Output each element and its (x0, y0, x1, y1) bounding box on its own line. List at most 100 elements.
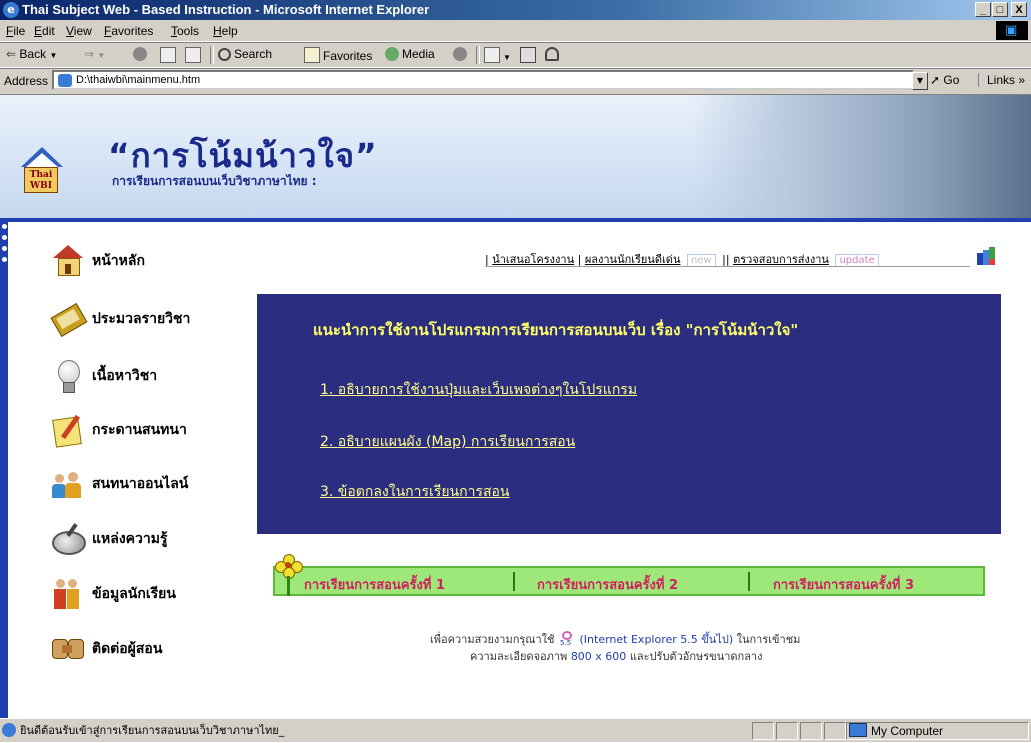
people-icon (50, 466, 86, 502)
address-label: Address (4, 74, 49, 88)
chevron-down-icon: ▼ (916, 76, 924, 85)
back-label: Back (19, 47, 47, 61)
close-button[interactable]: X (1011, 2, 1027, 17)
nav-webboard-label: กระดานสนทนา (92, 422, 187, 438)
messenger-button[interactable] (545, 47, 562, 61)
decor-dot (2, 224, 7, 229)
intro-link-buttons[interactable]: 1. อธิบายการใช้งานปุ่มและเว็บเพจต่างๆในโ… (320, 379, 637, 401)
link-separator: || (722, 253, 734, 266)
page-status-icon (2, 723, 16, 737)
handshake-icon (50, 631, 86, 667)
check-submission-link[interactable]: ตรวจสอบการส่งงาน (733, 253, 829, 266)
status-bar: ยินดีต้อนรับเข้าสู่การเรียนการสอนบนเว็บว… (0, 718, 1031, 743)
go-arrow-icon: ➚ (930, 73, 941, 87)
browser-recommendation: เพื่อความสวยงามกรุณาใช้ 5.5 (Internet Ex… (430, 630, 800, 648)
lesson-3-link[interactable]: การเรียนการสอนครั้งที่ 3 (773, 574, 914, 595)
stop-button[interactable] (133, 47, 150, 61)
resolution-recommendation: ความละเอียดจอภาพ 800 x 600 และปรับตัวอัก… (470, 647, 762, 665)
nav-contact[interactable]: ติดต่อผู้สอน (50, 631, 162, 667)
chevron-down-icon: ▼ (97, 51, 106, 60)
back-arrow-icon: ⇐ (6, 47, 17, 61)
toplinks-underline (485, 266, 970, 267)
media-button[interactable]: Media (385, 47, 435, 61)
home-toolbar-icon (185, 47, 201, 63)
media-label: Media (402, 47, 435, 61)
go-label: Go (943, 73, 960, 87)
minimize-button[interactable]: _ (975, 2, 991, 17)
footnote-text: ความละเอียดจอภาพ (470, 650, 568, 663)
status-cell (752, 722, 774, 740)
messenger-icon (545, 47, 559, 61)
project-link[interactable]: นำเสนอโครงงาน (492, 253, 574, 266)
nav-contact-label: ติดต่อผู้สอน (92, 641, 163, 657)
notepad-icon (50, 412, 86, 448)
menu-file[interactable]: File (6, 24, 25, 38)
stop-icon (133, 47, 147, 61)
search-icon (218, 48, 231, 61)
outstanding-work-link[interactable]: ผลงานนักเรียนดีเด่น (585, 253, 681, 266)
decor-dot (2, 257, 7, 262)
address-dropdown-button[interactable]: ▼ (912, 72, 928, 90)
intro-link-agreement[interactable]: 3. ข้อตกลงในการเรียนการสอน (320, 481, 510, 503)
security-zone: My Computer (849, 722, 943, 740)
status-cell (800, 722, 822, 740)
lesson-1-link[interactable]: การเรียนการสอนครั้งที่ 1 (304, 574, 445, 595)
my-computer-icon (849, 723, 867, 737)
mail-button[interactable]: ▼ (484, 47, 511, 63)
back-button[interactable]: ⇐ Back ▼ (6, 47, 57, 61)
address-value: D:\thaiwbi\mainmenu.htm (76, 74, 201, 86)
menu-edit[interactable]: Edit (34, 24, 55, 38)
nav-content-label: เนื้อหาวิชา (92, 368, 158, 384)
media-icon (385, 47, 399, 61)
history-button[interactable] (453, 47, 470, 61)
nav-syllabus[interactable]: ประมวลรายวิชา (50, 301, 190, 338)
intro-link-map[interactable]: 2. อธิบายแผนผัง (Map) การเรียนการสอน (320, 431, 575, 453)
mail-icon (484, 47, 500, 63)
menu-view[interactable]: View (66, 24, 92, 38)
forward-button[interactable]: ⇒ ▼ (84, 47, 105, 61)
footnote-text: และปรับตัวอักษรขนาดกลาง (629, 650, 763, 663)
window-title: Thai Subject Web - Based Instruction - M… (22, 2, 430, 17)
search-label: Search (234, 47, 273, 61)
logo-body: Thai WBI (24, 167, 58, 193)
nav-students[interactable]: ข้อมูลนักเรียน (50, 576, 176, 612)
banner-photo (690, 95, 1031, 218)
address-input[interactable]: D:\thaiwbi\mainmenu.htm (52, 70, 914, 90)
links-button[interactable]: Links » (978, 73, 1025, 87)
left-accent-bar (0, 222, 8, 718)
lesson-2-link[interactable]: การเรียนการสอนครั้งที่ 2 (537, 574, 678, 595)
footnote-ie-version: (Internet Explorer 5.5 ขึ้นไป) (579, 633, 734, 646)
menu-help[interactable]: Help (213, 24, 238, 38)
page-content: Thai WBI “การโน้มน้าวใจ” การเรียนการสอนบ… (0, 95, 1031, 718)
banner: Thai WBI “การโน้มน้าวใจ” การเรียนการสอนบ… (0, 95, 1031, 218)
menu-tools[interactable]: Tools (171, 24, 199, 38)
print-button[interactable] (520, 47, 539, 63)
nav-home[interactable]: หน้าหลัก (50, 243, 145, 279)
home-icon (50, 243, 86, 279)
flower-icon (275, 554, 309, 598)
go-button[interactable]: ➚ Go (930, 73, 959, 87)
lessons-bar: การเรียนการสอนครั้งที่ 1 การเรียนการสอนค… (273, 566, 985, 596)
chevron-down-icon: ▼ (49, 51, 58, 60)
home-button[interactable] (185, 47, 204, 63)
thai-wbi-logo[interactable]: Thai WBI (21, 147, 63, 195)
address-bar: Address D:\thaiwbi\mainmenu.htm ▼ ➚ Go L… (0, 68, 1031, 95)
favorites-button[interactable]: Favorites (304, 47, 372, 63)
decor-dot (2, 246, 7, 251)
ie-version-mini: 5.5 (560, 639, 572, 647)
nav-webboard[interactable]: กระดานสนทนา (50, 412, 187, 448)
search-button[interactable]: Search (218, 47, 272, 61)
menu-favorites[interactable]: Favorites (104, 24, 153, 38)
ie-logo-icon: e (3, 2, 19, 18)
nav-content[interactable]: เนื้อหาวิชา (50, 358, 157, 394)
print-icon (520, 47, 536, 63)
refresh-button[interactable] (160, 47, 179, 63)
logo-text-thai: Thai (29, 170, 53, 180)
intro-panel: แนะนำการใช้งานโปรแกรมการเรียนการสอนบนเว็… (257, 294, 1001, 534)
intro-panel-title: แนะนำการใช้งานโปรแกรมการเรียนการสอนบนเว็… (313, 321, 799, 339)
maximize-button[interactable]: □ (992, 2, 1008, 17)
nav-chat[interactable]: สนทนาออนไลน์ (50, 466, 188, 502)
nav-resources[interactable]: แหล่งความรู้ (50, 521, 168, 557)
logo-text-wbi: WBI (30, 181, 52, 191)
magnifier-icon (50, 521, 86, 557)
